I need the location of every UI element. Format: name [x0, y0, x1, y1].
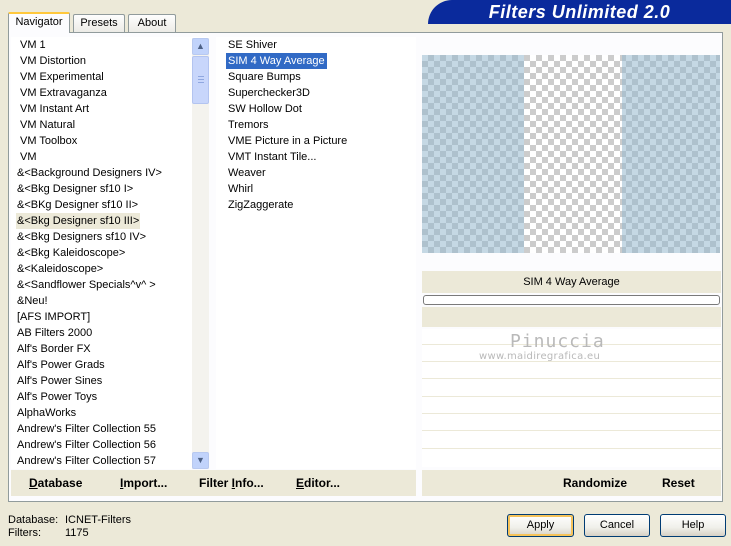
category-item[interactable]: Alf's Power Sines: [16, 373, 103, 389]
category-item[interactable]: &<Bkg Designer sf10 I>: [16, 181, 134, 197]
grip-line-icon: [198, 82, 204, 83]
filter-item[interactable]: Weaver: [226, 165, 268, 181]
database-value: ICNET-Filters: [65, 514, 131, 526]
category-item[interactable]: &<Bkg Designers sf10 IV>: [16, 229, 147, 245]
category-list[interactable]: VM 1 VM Distortion VM Experimental VM Ex…: [11, 37, 209, 469]
app-title-banner: Filters Unlimited 2.0: [428, 0, 731, 24]
category-item[interactable]: Alf's Border FX: [16, 341, 92, 357]
filter-item[interactable]: SE Shiver: [226, 37, 279, 53]
filters-count-value: 1175: [65, 527, 89, 539]
filter-item[interactable]: Square Bumps: [226, 69, 303, 85]
parameter-header: [422, 307, 721, 327]
category-item[interactable]: &<Kaleidoscope>: [16, 261, 104, 277]
progress-bar: [423, 295, 720, 305]
tab-navigator[interactable]: Navigator: [8, 12, 70, 33]
filters-count-label: Filters:: [8, 527, 41, 539]
category-item[interactable]: VM Distortion: [19, 53, 87, 69]
scroll-thumb[interactable]: [192, 56, 209, 104]
category-item[interactable]: &Neu!: [16, 293, 49, 309]
category-item[interactable]: &<Background Designers IV>: [16, 165, 163, 181]
tab-presets[interactable]: Presets: [73, 14, 125, 32]
scroll-up-button[interactable]: ▲: [192, 38, 209, 55]
filter-preview[interactable]: [422, 55, 720, 253]
parameter-row-divider: [422, 378, 721, 379]
category-item[interactable]: VM Instant Art: [19, 101, 90, 117]
filter-list[interactable]: SE Shiver SIM 4 Way Average Square Bumps…: [216, 37, 416, 469]
filter-info-button[interactable]: Filter Info...: [199, 476, 264, 490]
filter-item[interactable]: SW Hollow Dot: [226, 101, 304, 117]
category-item[interactable]: VM Toolbox: [19, 133, 78, 149]
randomize-button[interactable]: Randomize: [563, 476, 627, 490]
tab-about[interactable]: About: [128, 14, 176, 32]
category-item-selected[interactable]: &<Bkg Designer sf10 III>: [16, 213, 141, 229]
filter-item-selected[interactable]: SIM 4 Way Average: [226, 53, 327, 69]
editor-button[interactable]: Editor...: [296, 476, 340, 490]
category-item[interactable]: Alf's Power Toys: [16, 389, 98, 405]
navigator-toolbar: Database Import... Filter Info... Editor…: [11, 470, 416, 496]
category-item[interactable]: AB Filters 2000: [16, 325, 93, 341]
cancel-button[interactable]: Cancel: [584, 514, 650, 537]
watermark-name: Pinuccia: [510, 331, 605, 352]
database-label: Database:: [8, 514, 59, 526]
import-button[interactable]: Import...: [120, 476, 167, 490]
preview-toolbar: Randomize Reset: [422, 470, 721, 496]
parameter-row-divider: [422, 430, 721, 431]
category-item[interactable]: Andrew's Filter Collection 57: [16, 453, 157, 469]
preview-tint-region: [622, 55, 720, 253]
database-button[interactable]: Database: [29, 476, 82, 490]
category-item[interactable]: Andrew's Filter Collection 56: [16, 437, 157, 453]
category-item[interactable]: AlphaWorks: [16, 405, 77, 421]
selected-filter-name: SIM 4 Way Average: [422, 271, 721, 293]
category-item[interactable]: VM: [19, 149, 38, 165]
category-item[interactable]: &<BKg Designer sf10 II>: [16, 197, 139, 213]
parameter-row-divider: [422, 396, 721, 397]
grip-line-icon: [198, 79, 204, 80]
preview-tint-region: [422, 55, 524, 253]
chevron-up-icon: ▲: [196, 41, 205, 51]
filter-item[interactable]: VMT Instant Tile...: [226, 149, 318, 165]
category-scrollbar[interactable]: ▲ ▼: [192, 38, 209, 469]
parameter-row-divider: [422, 413, 721, 414]
category-item[interactable]: VM Natural: [19, 117, 76, 133]
filter-item[interactable]: Whirl: [226, 181, 255, 197]
parameter-row-divider: [422, 448, 721, 449]
filter-item[interactable]: Tremors: [226, 117, 271, 133]
filter-item[interactable]: ZigZaggerate: [226, 197, 295, 213]
watermark-url: www.maidiregrafica.eu: [479, 351, 601, 362]
category-item[interactable]: &<Sandflower Specials^v^ >: [16, 277, 157, 293]
category-item[interactable]: VM Extravaganza: [19, 85, 108, 101]
help-button[interactable]: Help: [660, 514, 726, 537]
scroll-down-button[interactable]: ▼: [192, 452, 209, 469]
apply-button[interactable]: Apply: [507, 514, 574, 537]
category-item[interactable]: VM Experimental: [19, 69, 105, 85]
filter-item[interactable]: VME Picture in a Picture: [226, 133, 349, 149]
filter-item[interactable]: Superchecker3D: [226, 85, 312, 101]
category-item[interactable]: &<Bkg Kaleidoscope>: [16, 245, 126, 261]
category-item[interactable]: [AFS IMPORT]: [16, 309, 91, 325]
category-item[interactable]: Andrew's Filter Collection 55: [16, 421, 157, 437]
category-item[interactable]: Alf's Power Grads: [16, 357, 106, 373]
category-item[interactable]: VM 1: [19, 37, 47, 53]
chevron-down-icon: ▼: [196, 455, 205, 465]
grip-line-icon: [198, 76, 204, 77]
reset-button[interactable]: Reset: [662, 476, 695, 490]
